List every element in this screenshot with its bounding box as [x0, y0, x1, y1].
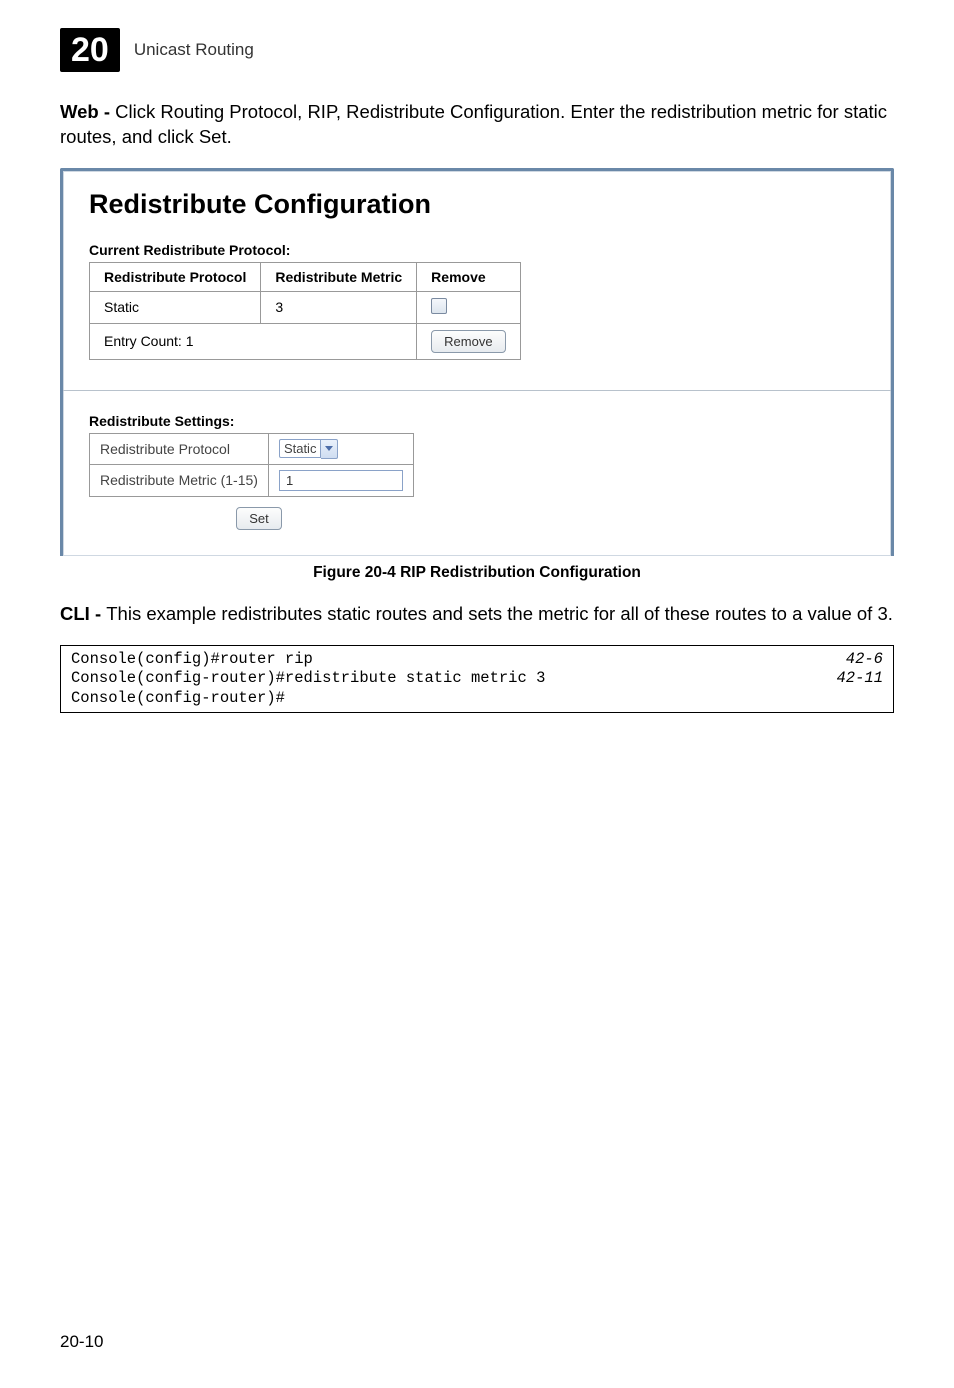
- current-protocol-table: Redistribute Protocol Redistribute Metri…: [89, 262, 521, 360]
- current-protocol-heading: Current Redistribute Protocol:: [89, 242, 865, 258]
- cell-protocol: Static: [90, 291, 261, 323]
- panel-divider: [63, 390, 891, 391]
- col-remove: Remove: [417, 262, 520, 291]
- set-button[interactable]: Set: [236, 507, 282, 530]
- settings-row-metric: Redistribute Metric (1-15): [90, 464, 414, 496]
- protocol-select[interactable]: Static: [279, 439, 339, 459]
- remove-button[interactable]: Remove: [431, 330, 505, 353]
- chapter-number-badge: 20: [60, 28, 120, 72]
- cli-lead: CLI -: [60, 603, 106, 624]
- remove-checkbox[interactable]: [431, 298, 447, 314]
- chevron-down-icon[interactable]: [321, 439, 338, 459]
- settings-value-metric-cell: [268, 464, 413, 496]
- cell-remove: [417, 291, 520, 323]
- cli-cmd: Console(config-router)#: [71, 689, 285, 708]
- cli-ref: 42-11: [836, 669, 883, 688]
- protocol-select-value: Static: [284, 441, 317, 456]
- cli-line: Console(config)#router rip 42-6: [71, 650, 883, 669]
- entry-count-row: Entry Count: 1 Remove: [90, 323, 521, 359]
- col-protocol: Redistribute Protocol: [90, 262, 261, 291]
- settings-label-protocol: Redistribute Protocol: [90, 433, 269, 464]
- table-header-row: Redistribute Protocol Redistribute Metri…: [90, 262, 521, 291]
- cli-instruction-paragraph: CLI - This example redistributes static …: [60, 602, 894, 627]
- table-row: Static 3: [90, 291, 521, 323]
- metric-input[interactable]: [279, 470, 403, 491]
- figure-caption: Figure 20-4 RIP Redistribution Configura…: [60, 564, 894, 582]
- cli-text: This example redistributes static routes…: [106, 603, 893, 624]
- entry-count-label: Entry Count: 1: [90, 323, 417, 359]
- chapter-title: Unicast Routing: [134, 40, 254, 60]
- settings-label-metric: Redistribute Metric (1-15): [90, 464, 269, 496]
- remove-button-cell: Remove: [417, 323, 520, 359]
- cli-cmd: Console(config)#router rip: [71, 650, 313, 669]
- web-text: Click Routing Protocol, RIP, Redistribut…: [60, 101, 887, 147]
- settings-row-protocol: Redistribute Protocol Static: [90, 433, 414, 464]
- page-header: 20 Unicast Routing: [60, 28, 894, 72]
- cell-metric: 3: [261, 291, 417, 323]
- redistribute-settings-table: Redistribute Protocol Static Redistribut…: [89, 433, 414, 497]
- cli-line: Console(config-router)#: [71, 689, 883, 708]
- page-number: 20-10: [60, 1332, 103, 1352]
- web-instruction-paragraph: Web - Click Routing Protocol, RIP, Redis…: [60, 100, 894, 150]
- settings-value-protocol-cell: Static: [268, 433, 413, 464]
- redistribute-config-panel: Redistribute Configuration Current Redis…: [60, 168, 894, 556]
- cli-code-block: Console(config)#router rip42-6Console(co…: [60, 645, 894, 713]
- col-metric: Redistribute Metric: [261, 262, 417, 291]
- panel-title: Redistribute Configuration: [89, 189, 865, 220]
- web-lead: Web -: [60, 101, 115, 122]
- cli-ref: 42-6: [846, 650, 883, 669]
- cli-cmd: Console(config-router)#redistribute stat…: [71, 669, 545, 688]
- redistribute-settings-heading: Redistribute Settings:: [89, 413, 865, 429]
- cli-line: Console(config-router)#redistribute stat…: [71, 669, 883, 688]
